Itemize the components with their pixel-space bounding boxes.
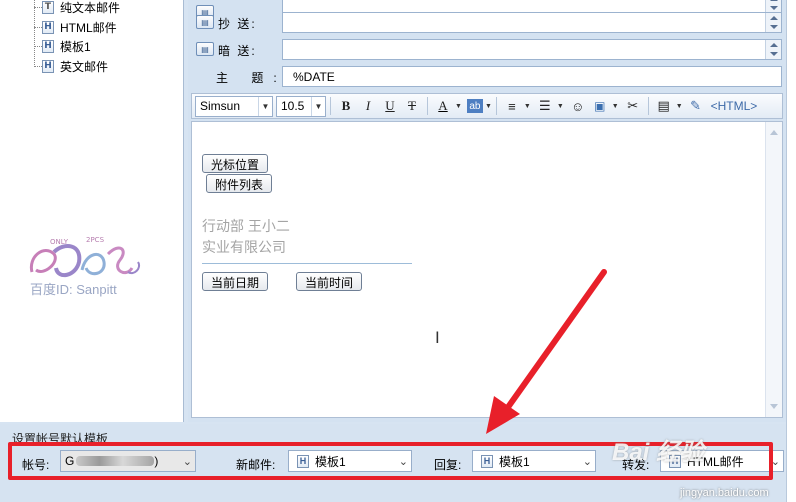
editor-scrollbar[interactable] xyxy=(765,122,782,417)
font-family-value: Simsun xyxy=(200,99,241,113)
strikethrough-button[interactable]: T xyxy=(402,96,422,116)
tree-item-label: 模板1 xyxy=(60,39,91,54)
text-cursor-icon: I xyxy=(435,328,440,347)
insert-icon[interactable]: ▤ xyxy=(654,96,674,116)
bcc-row: ▤ 暗 送: xyxy=(188,37,786,61)
signature-divider xyxy=(202,263,412,264)
underline-button[interactable]: U xyxy=(380,96,400,116)
message-editor[interactable]: 光标位置 附件列表 行动部 王小二 实业有限公司 当前日期 当前时间 I xyxy=(191,121,783,418)
bold-button[interactable]: B xyxy=(336,96,356,116)
baidu-watermark: Bai 经验 xyxy=(612,439,705,466)
cc-label: 抄 送: xyxy=(218,17,257,31)
cursor-position-button[interactable]: 光标位置 xyxy=(202,154,269,173)
cc-row: ▤ 抄 送: xyxy=(188,10,786,34)
tree-connector xyxy=(34,46,42,47)
signature-line-2: 实业有限公司 xyxy=(202,239,286,255)
list-icon[interactable]: ☰ xyxy=(535,96,555,116)
tree-connector xyxy=(34,0,35,67)
brush-icon[interactable]: ✎ xyxy=(686,96,706,116)
tree-item-html[interactable]: H HTML邮件 xyxy=(42,18,117,36)
chevron-down-icon[interactable]: ▼ xyxy=(612,103,619,110)
toolbar-separator xyxy=(647,97,649,115)
current-time-button[interactable]: 当前时间 xyxy=(296,272,363,291)
tree-item-label: HTML邮件 xyxy=(60,20,117,35)
subject-row: 主 题: %DATE xyxy=(188,64,786,88)
tree-connector xyxy=(34,27,42,28)
toolbar-separator xyxy=(427,97,428,115)
baidu-watermark-url: jingyan.baidu.com xyxy=(680,487,769,499)
current-date-button[interactable]: 当前日期 xyxy=(202,272,269,291)
format-toolbar: Simsun ▼ 10.5 ▼ B I U T A ▼ ab ▼ ≡ ▼ ☰ ▼… xyxy=(191,93,783,119)
spin-buttons[interactable] xyxy=(765,13,781,32)
address-book-icon[interactable]: ▤ xyxy=(196,15,214,29)
align-icon[interactable]: ≡ xyxy=(502,96,522,116)
signature-line-1: 行动部 王小二 xyxy=(202,218,290,234)
bcc-field[interactable] xyxy=(282,39,782,60)
html-doc-icon: H xyxy=(42,59,54,73)
bcc-label: 暗 送: xyxy=(218,44,257,58)
chevron-down-icon[interactable]: ▼ xyxy=(455,103,462,110)
address-book-icon[interactable]: ▤ xyxy=(196,42,214,56)
html-doc-icon: H xyxy=(42,20,54,34)
tree-connector xyxy=(34,7,42,8)
tree-item-plain-text[interactable]: T 纯文本邮件 xyxy=(42,0,120,16)
highlight-color-button[interactable]: ab xyxy=(466,99,483,113)
tree-item-label: 英文邮件 xyxy=(60,59,109,74)
tree-connector xyxy=(34,66,42,67)
chevron-down-icon[interactable]: ▼ xyxy=(676,103,683,110)
italic-button[interactable]: I xyxy=(358,96,378,116)
html-doc-icon: H xyxy=(42,39,54,53)
tree-item-english[interactable]: H 英文邮件 xyxy=(42,57,108,75)
html-mode-button[interactable]: <HTML> xyxy=(711,96,758,116)
tree-item-label: 纯文本邮件 xyxy=(60,0,121,15)
toolbar-separator xyxy=(495,97,497,115)
emoticon-icon[interactable]: ☺ xyxy=(568,96,588,116)
chevron-down-icon[interactable]: ▼ xyxy=(485,103,492,110)
image-icon[interactable]: ▣ xyxy=(590,96,610,116)
scroll-up-icon[interactable] xyxy=(770,130,778,135)
subject-field[interactable]: %DATE xyxy=(282,66,782,87)
font-color-button[interactable]: A xyxy=(433,96,453,116)
chevron-down-icon[interactable]: ▼ xyxy=(524,103,531,110)
compose-panel: ▤ ▤ 抄 送: ▤ 暗 送: 主 题: %DATE Simsun ▼ 10.5… xyxy=(188,0,786,422)
scroll-down-icon[interactable] xyxy=(770,404,778,409)
font-family-select[interactable]: Simsun ▼ xyxy=(195,95,273,117)
font-size-value: 10.5 xyxy=(281,99,305,113)
cc-field[interactable] xyxy=(282,12,782,33)
spin-buttons[interactable] xyxy=(765,40,781,59)
template-tree: T 纯文本邮件 H HTML邮件 H 模板1 H 英文邮件 ONLY 2PCS … xyxy=(0,0,184,422)
window-edge xyxy=(786,0,796,502)
svg-text:2PCS: 2PCS xyxy=(86,236,105,244)
scissors-icon[interactable]: ✂ xyxy=(623,96,643,116)
font-size-select[interactable]: 10.5 ▼ xyxy=(276,95,326,117)
chevron-down-icon[interactable]: ▼ xyxy=(557,103,564,110)
chevron-down-icon: ▼ xyxy=(311,96,325,116)
chevron-down-icon: ▼ xyxy=(258,96,272,116)
tree-item-template1[interactable]: H 模板1 xyxy=(42,37,91,55)
text-doc-icon: T xyxy=(42,0,54,14)
toolbar-separator xyxy=(330,97,331,115)
watermark-text: 百度ID: Sanpitt xyxy=(30,282,117,297)
attachment-list-button[interactable]: 附件列表 xyxy=(206,174,273,193)
subject-label: 主 题: xyxy=(216,71,287,85)
svg-text:ONLY: ONLY xyxy=(50,238,69,246)
